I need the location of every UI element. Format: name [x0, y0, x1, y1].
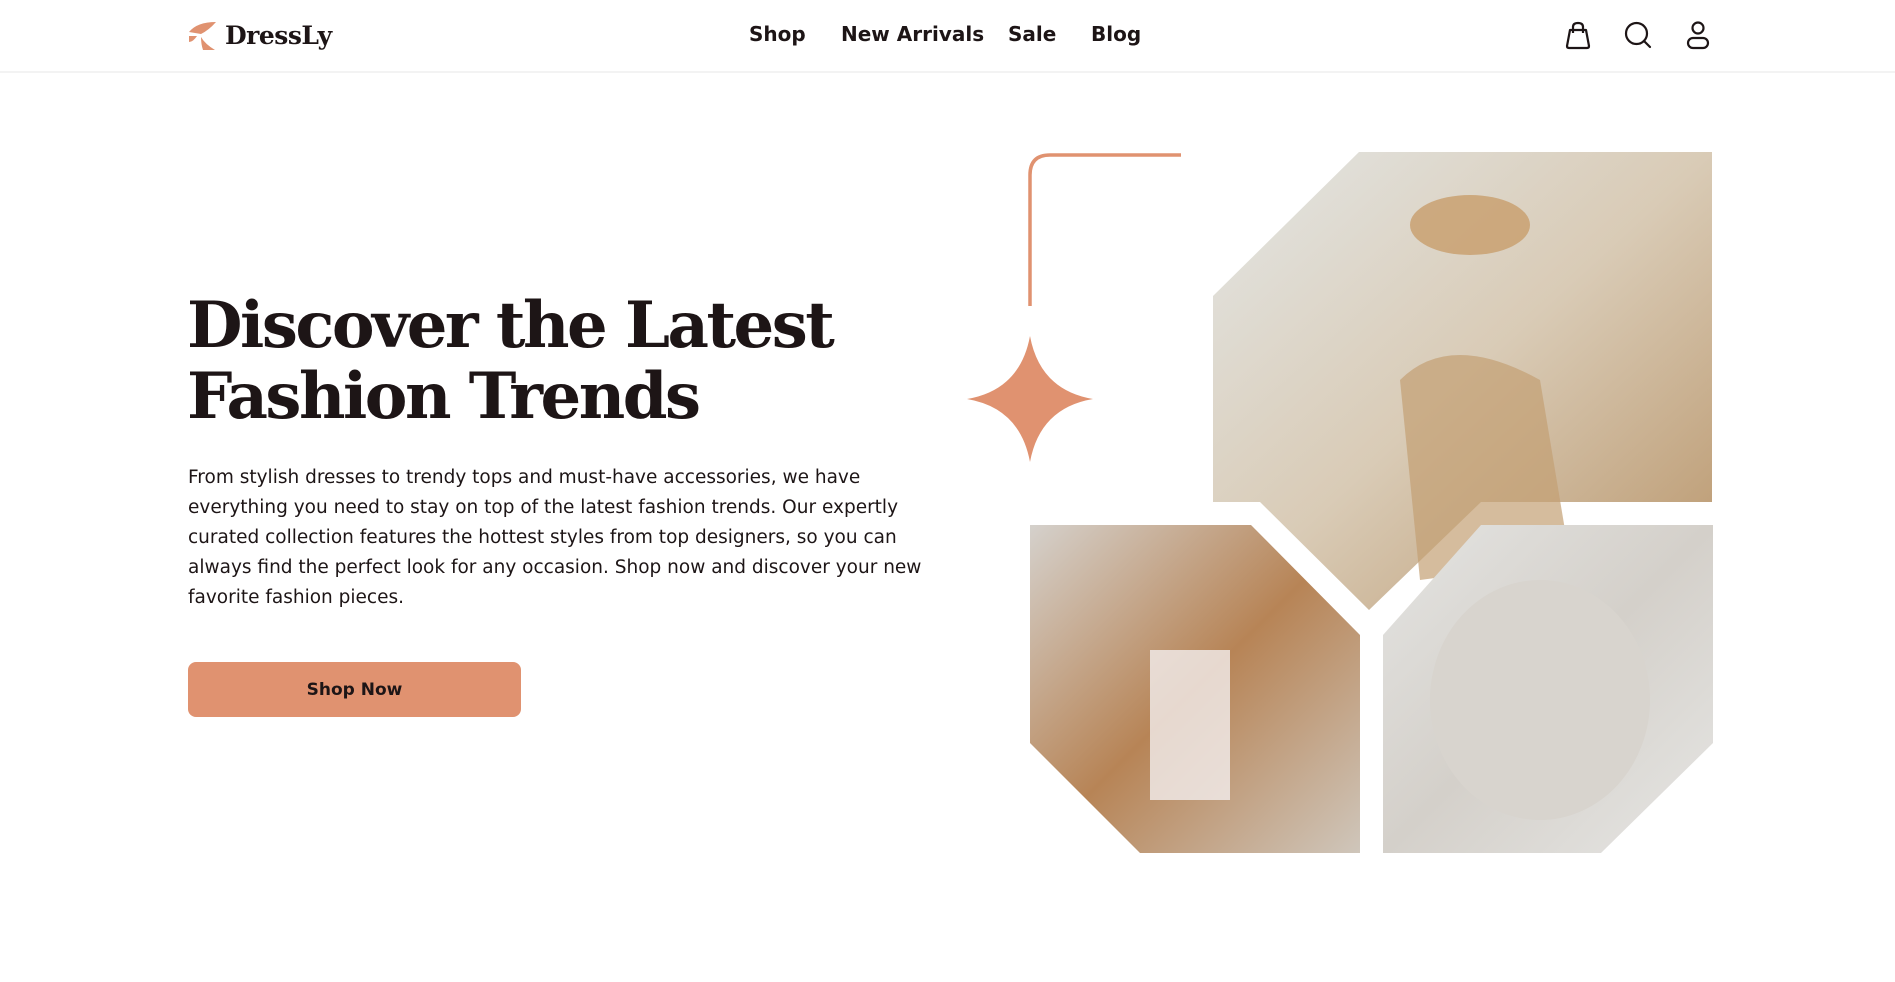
sparkle-star-icon — [967, 336, 1093, 462]
decor-line — [1028, 153, 1181, 306]
photo-detail — [1430, 580, 1650, 820]
photo-detail — [1410, 195, 1530, 255]
photo-detail — [1150, 650, 1230, 800]
hero-decor — [967, 152, 1713, 853]
